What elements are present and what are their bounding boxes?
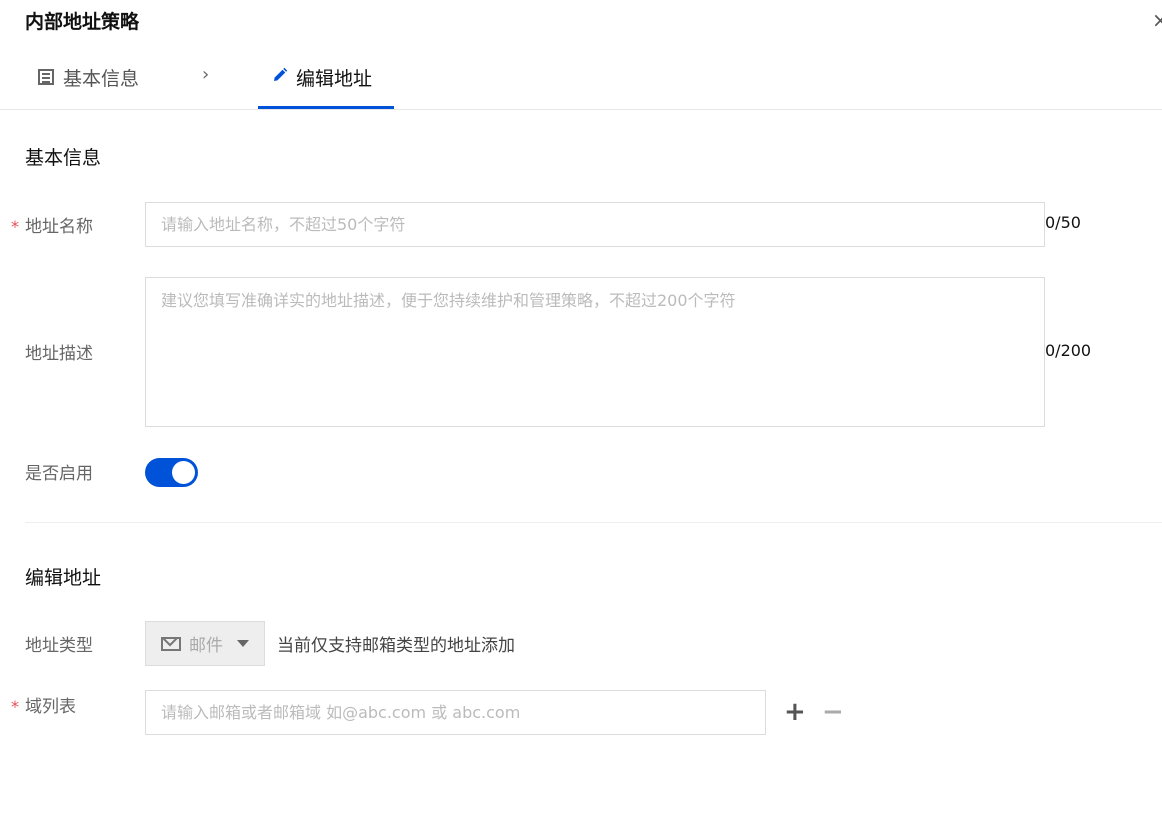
mail-icon [161, 636, 181, 651]
edit-section-title: 编辑地址 [25, 567, 102, 589]
address-desc-input[interactable] [145, 277, 1045, 427]
close-icon[interactable]: × [1152, 8, 1162, 32]
domain-input[interactable] [145, 690, 766, 735]
toggle-knob [172, 461, 195, 484]
address-type-select[interactable]: 邮件 [145, 621, 265, 666]
tab-edit-address-label: 编辑地址 [296, 67, 373, 90]
domain-list-label: * 域列表 [11, 692, 76, 717]
required-mark: * [11, 697, 19, 716]
address-desc-count: 0/200 [1045, 341, 1092, 360]
tab-basic-info-label: 基本信息 [63, 67, 140, 90]
section-divider [25, 522, 1162, 523]
dialog-title: 内部地址策略 [25, 11, 140, 33]
address-type-label: 地址类型 [25, 636, 93, 656]
address-name-count: 0/50 [1045, 213, 1081, 232]
basic-section-title: 基本信息 [25, 147, 102, 169]
enable-label: 是否启用 [25, 464, 93, 484]
address-name-input[interactable] [145, 202, 1045, 247]
address-type-value: 邮件 [189, 636, 223, 656]
address-name-label-text: 地址名称 [25, 217, 93, 237]
enable-toggle[interactable] [145, 458, 198, 487]
chevron-right-icon: › [202, 64, 210, 85]
list-icon [38, 69, 54, 85]
tab-basic-info[interactable]: 基本信息 [38, 60, 139, 94]
tab-edit-address[interactable]: 编辑地址 [272, 60, 372, 94]
address-name-label: * 地址名称 [11, 212, 93, 237]
remove-icon[interactable]: − [822, 699, 844, 725]
pencil-icon [272, 67, 288, 87]
required-mark: * [11, 217, 19, 236]
address-type-hint: 当前仅支持邮箱类型的地址添加 [277, 636, 515, 656]
address-desc-label: 地址描述 [25, 344, 93, 364]
add-icon[interactable]: + [784, 699, 806, 725]
caret-down-icon [237, 640, 249, 647]
tabs-divider [0, 109, 1162, 110]
domain-list-label-text: 域列表 [25, 697, 76, 717]
